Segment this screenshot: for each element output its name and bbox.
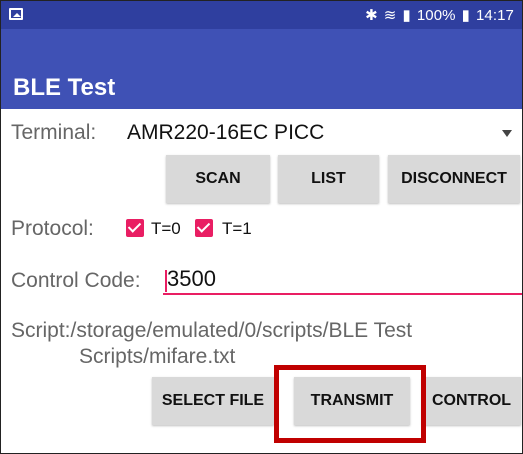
protocol-row: Protocol: T=0 T=1 bbox=[1, 217, 522, 245]
list-button[interactable]: LIST bbox=[278, 155, 379, 203]
script-path-line1: Script:/storage/emulated/0/scripts/BLE T… bbox=[11, 319, 413, 342]
text-caret bbox=[165, 270, 167, 292]
checkbox-t1[interactable] bbox=[195, 219, 213, 237]
checkbox-t1-label: T=1 bbox=[222, 219, 252, 238]
transmit-button[interactable]: TRANSMIT bbox=[294, 377, 410, 425]
image-icon bbox=[9, 8, 23, 20]
terminal-selected-value: AMR220-16EC PICC bbox=[127, 121, 325, 144]
clock-time: 14:17 bbox=[475, 6, 514, 24]
script-path: Script:/storage/emulated/0/scripts/BLE T… bbox=[11, 318, 521, 370]
disconnect-button[interactable]: DISCONNECT bbox=[388, 155, 520, 203]
wifi-icon: ≋ bbox=[383, 6, 397, 24]
scan-button[interactable]: SCAN bbox=[166, 155, 270, 203]
terminal-dropdown[interactable]: AMR220-16EC PICC bbox=[127, 121, 512, 144]
bluetooth-icon: ✱ bbox=[365, 6, 378, 24]
control-code-label: Control Code: bbox=[11, 269, 141, 292]
select-file-button[interactable]: SELECT FILE bbox=[152, 377, 274, 425]
control-code-row: Control Code: bbox=[1, 263, 522, 301]
control-code-input[interactable] bbox=[163, 265, 522, 295]
script-path-line2: Scripts/mifare.txt bbox=[79, 345, 236, 368]
terminal-row: Terminal: AMR220-16EC PICC bbox=[1, 119, 522, 147]
protocol-label: Protocol: bbox=[11, 217, 94, 240]
phone-screen: ✱ ≋ ▮ 100% ▮ 14:17 BLE Test Terminal: AM… bbox=[0, 0, 523, 454]
status-bar: ✱ ≋ ▮ 100% ▮ 14:17 bbox=[1, 1, 522, 29]
battery-percent: 100% bbox=[416, 6, 456, 24]
app-bar: BLE Test bbox=[1, 29, 522, 109]
app-title: BLE Test bbox=[13, 74, 116, 101]
checkbox-t0-label: T=0 bbox=[151, 219, 181, 238]
control-button[interactable]: CONTROL bbox=[422, 377, 521, 425]
chevron-down-icon bbox=[502, 130, 512, 137]
terminal-label: Terminal: bbox=[11, 121, 97, 144]
status-right: ✱ ≋ ▮ 100% ▮ 14:17 bbox=[365, 5, 514, 25]
battery-icon: ▮ bbox=[461, 6, 470, 24]
signal-icon: ▮ bbox=[402, 6, 411, 24]
checkbox-t0[interactable] bbox=[126, 219, 144, 237]
